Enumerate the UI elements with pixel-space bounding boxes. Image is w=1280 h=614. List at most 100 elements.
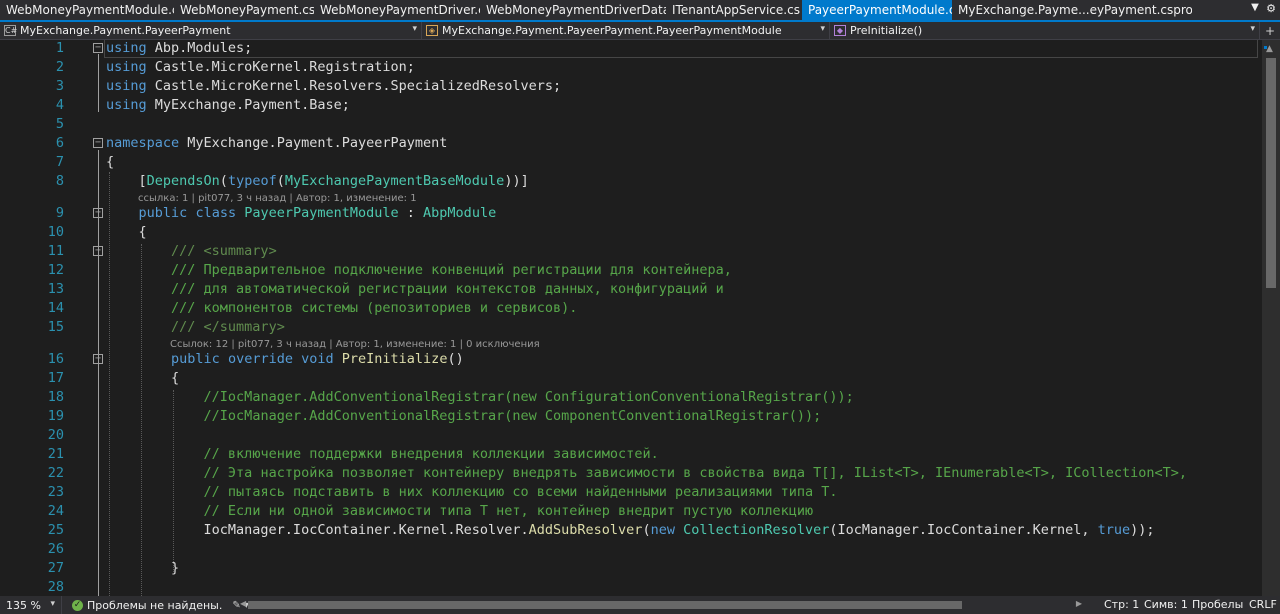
project-selector[interactable]: C# MyExchange.Payment.PayeerPayment ▾ bbox=[0, 22, 422, 39]
csharp-project-icon: C# bbox=[4, 25, 18, 36]
line-number: 21 bbox=[47, 446, 64, 462]
gear-icon[interactable]: ⚙ bbox=[1264, 2, 1278, 18]
code-line: 24 // Если ни одной зависимости типа T н… bbox=[0, 502, 1262, 521]
tab-webmoney-payment-driver-data[interactable]: WebMoneyPaymentDriverData.cs bbox=[480, 0, 666, 20]
code-text: } bbox=[106, 560, 180, 576]
code-line: 28 bbox=[0, 578, 1262, 596]
line-number: 24 bbox=[47, 503, 64, 519]
code-text: { bbox=[106, 154, 115, 170]
tab-csproj[interactable]: MyExchange.Payme...eyPayment.csproj bbox=[952, 0, 1192, 20]
code-text: namespace MyExchange.Payment.PayeerPayme… bbox=[106, 135, 448, 151]
chevron-down-icon: ▾ bbox=[50, 599, 55, 609]
tab-webmoney-payment[interactable]: WebMoneyPayment.cs bbox=[174, 0, 314, 20]
line-number: 2 bbox=[55, 59, 64, 75]
code-line: 1 − using Abp.Modules; bbox=[0, 40, 1262, 58]
zoom-selector[interactable]: 135 % ▾ bbox=[0, 596, 62, 614]
code-line: 23 // пытаясь подставить в них коллекцию… bbox=[0, 483, 1262, 502]
column-indicator[interactable]: Симв: 1 bbox=[1144, 596, 1188, 614]
split-window-icon[interactable]: + bbox=[1260, 22, 1280, 39]
collapse-toggle-icon[interactable]: − bbox=[93, 43, 103, 53]
code-line: 9 − public class PayeerPaymentModule : Ab… bbox=[0, 204, 1262, 223]
line-number: 3 bbox=[55, 78, 64, 94]
line-number: 25 bbox=[47, 522, 64, 538]
code-text: [DependsOn(typeof(MyExchangePaymentBaseM… bbox=[106, 173, 529, 189]
code-line: 17 { bbox=[0, 369, 1262, 388]
line-number: 6 bbox=[55, 135, 64, 151]
line-ending-indicator[interactable]: CRLF bbox=[1249, 596, 1277, 614]
code-line: 5 bbox=[0, 115, 1262, 134]
code-text: using Castle.MicroKernel.Registration; bbox=[106, 59, 415, 75]
line-number: 23 bbox=[47, 484, 64, 500]
line-number: 16 bbox=[47, 351, 64, 367]
chevron-down-icon: ▾ bbox=[412, 24, 417, 34]
code-line: 25 IocManager.IocContainer.Kernel.Resolv… bbox=[0, 521, 1262, 540]
line-number: 22 bbox=[47, 465, 64, 481]
issues-indicator[interactable]: ✓ Проблемы не найдены. bbox=[72, 599, 222, 612]
tab-itenant-app-service[interactable]: ITenantAppService.cs bbox=[666, 0, 802, 20]
editor-status-bar: 135 % ▾ ✓ Проблемы не найдены. ✎ ▾ ◀ ▶ С… bbox=[0, 596, 1280, 614]
line-number: 18 bbox=[47, 389, 64, 405]
whitespace-indicator[interactable]: Пробелы bbox=[1192, 596, 1243, 614]
collapse-toggle-icon[interactable]: − bbox=[93, 208, 103, 218]
code-editor[interactable]: 1− using Abp.Modules; 2 using Castle.Micro… bbox=[0, 40, 1262, 596]
line-number: 13 bbox=[47, 281, 64, 297]
scroll-left-icon[interactable]: ◀ bbox=[240, 599, 246, 608]
tab-webmoney-payment-module[interactable]: WebMoneyPaymentModule.cs bbox=[0, 0, 174, 20]
tab-list-dropdown-icon[interactable]: ▼ bbox=[1248, 2, 1262, 18]
code-text: IocManager.IocContainer.Kernel.Resolver.… bbox=[106, 522, 1155, 538]
code-line: 22 // Эта настройка позволяет контейнеру… bbox=[0, 464, 1262, 483]
line-number: 14 bbox=[47, 300, 64, 316]
line-indicator[interactable]: Стр: 1 bbox=[1104, 596, 1139, 614]
tab-webmoney-payment-driver[interactable]: WebMoneyPaymentDriver.cs bbox=[314, 0, 480, 20]
line-number: 4 bbox=[55, 97, 64, 113]
line-number: 17 bbox=[47, 370, 64, 386]
line-number: 5 bbox=[55, 116, 64, 132]
line-number: 7 bbox=[55, 154, 64, 170]
code-text: /// Предварительное подключение конвенци… bbox=[171, 262, 732, 278]
line-number: 8 bbox=[55, 173, 64, 189]
horizontal-scroll-thumb[interactable] bbox=[248, 601, 962, 609]
horizontal-scrollbar[interactable]: ◀ ▶ bbox=[240, 599, 1082, 611]
code-line: 18 //IocManager.AddConventionalRegistrar… bbox=[0, 388, 1262, 407]
document-tab-bar: WebMoneyPaymentModule.cs WebMoneyPayment… bbox=[0, 0, 1280, 22]
line-number: 20 bbox=[47, 427, 64, 443]
collapse-toggle-icon[interactable]: − bbox=[93, 246, 103, 256]
scroll-right-icon[interactable]: ▶ bbox=[1076, 599, 1082, 608]
line-number: 11 bbox=[47, 243, 64, 259]
code-text: { bbox=[106, 370, 180, 386]
line-number: 15 bbox=[47, 319, 64, 335]
code-line: 16 − public override void PreInitialize() bbox=[0, 350, 1262, 369]
line-number: 9 bbox=[55, 205, 64, 221]
chevron-down-icon: ▾ bbox=[1250, 24, 1255, 34]
code-text: //IocManager.AddConventionalRegistrar(ne… bbox=[203, 389, 854, 405]
tab-payeer-payment-module[interactable]: PayeerPaymentModule.cs ⊸ ✕ bbox=[802, 0, 952, 20]
code-line: 6 − namespace MyExchange.Payment.PayeerPay… bbox=[0, 134, 1262, 153]
vertical-scroll-thumb[interactable] bbox=[1266, 58, 1276, 288]
code-line: 26 bbox=[0, 540, 1262, 559]
vertical-scrollbar[interactable]: ▲ bbox=[1262, 40, 1280, 596]
code-text: // Если ни одной зависимости типа T нет,… bbox=[203, 503, 814, 519]
code-text: { bbox=[106, 224, 147, 240]
line-number: 27 bbox=[47, 560, 64, 576]
code-line: 27 } bbox=[0, 559, 1262, 578]
code-line: 2 using Castle.MicroKernel.Registration; bbox=[0, 58, 1262, 77]
code-text: // Эта настройка позволяет контейнеру вн… bbox=[203, 465, 1187, 481]
code-text: // пытаясь подставить в них коллекцию со… bbox=[203, 484, 838, 500]
code-text: // включение поддержки внедрения коллекц… bbox=[203, 446, 659, 462]
member-selector[interactable]: ◆ PreInitialize() ▾ bbox=[830, 22, 1260, 39]
check-icon: ✓ bbox=[72, 599, 83, 611]
code-line: 7{ bbox=[0, 153, 1262, 172]
code-line: 3 using Castle.MicroKernel.Resolvers.Spec… bbox=[0, 77, 1262, 96]
code-text: using Castle.MicroKernel.Resolvers.Speci… bbox=[106, 78, 562, 94]
code-line: 4 using MyExchange.Payment.Base; bbox=[0, 96, 1262, 115]
type-selector[interactable]: ◈ MyExchange.Payment.PayeerPayment.Payee… bbox=[422, 22, 830, 39]
collapse-toggle-icon[interactable]: − bbox=[93, 354, 103, 364]
code-line: 14 /// компонентов системы (репозиториев… bbox=[0, 299, 1262, 318]
code-text: /// компонентов системы (репозиториев и … bbox=[171, 300, 578, 316]
scroll-up-icon[interactable]: ▲ bbox=[1266, 44, 1273, 54]
code-text: public override void PreInitialize() bbox=[171, 351, 464, 367]
code-line: 11 − /// <summary> bbox=[0, 242, 1262, 261]
code-text: /// для автоматической регистрации конте… bbox=[171, 281, 724, 297]
line-number: 12 bbox=[47, 262, 64, 278]
collapse-toggle-icon[interactable]: − bbox=[93, 138, 103, 148]
